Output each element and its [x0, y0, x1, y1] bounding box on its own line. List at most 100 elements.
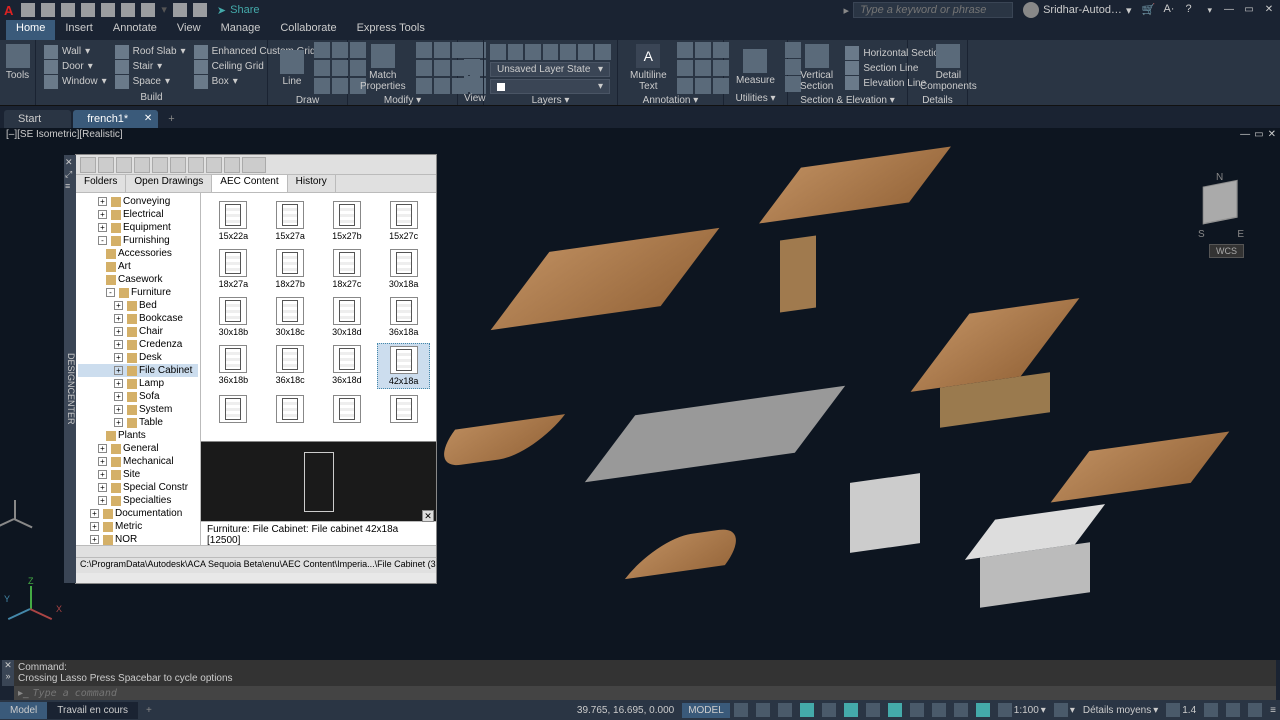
tree-expand-icon[interactable]: + [90, 522, 99, 531]
layer-icon2[interactable] [508, 44, 524, 60]
iso-toggle-icon[interactable] [822, 703, 836, 717]
layers-panel-label[interactable]: Layers ▾ [490, 94, 611, 106]
qat-saveas-icon[interactable] [81, 3, 95, 17]
pal-up-icon[interactable] [116, 157, 132, 173]
rotate-icon[interactable] [434, 42, 450, 58]
stretch-icon[interactable] [416, 78, 432, 94]
dim-icon8[interactable] [695, 78, 711, 94]
vsection-button[interactable]: Vertical Section [794, 42, 839, 94]
tree-expand-icon[interactable]: + [114, 392, 123, 401]
qs-toggle-icon[interactable] [954, 703, 968, 717]
autodesk-app-icon[interactable]: A· [1163, 3, 1177, 17]
ribbon-tab-insert[interactable]: Insert [55, 20, 103, 40]
tools-button[interactable]: Tools [6, 42, 29, 83]
content-item-15x27b[interactable]: 15x27b [321, 199, 374, 243]
ribbon-tab-annotate[interactable]: Annotate [103, 20, 167, 40]
palette-tab-aec-content[interactable]: AEC Content [212, 175, 287, 192]
tree-item-site[interactable]: +Site [78, 468, 198, 481]
layer-icon6[interactable] [578, 44, 594, 60]
tree-item-system[interactable]: +System [78, 403, 198, 416]
tree-item-mechanical[interactable]: +Mechanical [78, 455, 198, 468]
content-item-18x27a[interactable]: 18x27a [207, 247, 260, 291]
dyn-toggle-icon[interactable] [976, 703, 990, 717]
roofslab-button[interactable]: Roof Slab▾ [113, 45, 188, 59]
tree-item-sofa[interactable]: +Sofa [78, 390, 198, 403]
pal-tree-icon[interactable] [188, 157, 204, 173]
qat-extra2-icon[interactable] [193, 3, 207, 17]
content-item-42x18a[interactable]: 42x18a [377, 343, 430, 389]
tree-item-casework[interactable]: Casework [78, 273, 198, 286]
dim-icon1[interactable] [677, 42, 693, 58]
content-item-36x18a[interactable]: 36x18a [377, 295, 430, 339]
sc-toggle-icon[interactable] [932, 703, 946, 717]
tree-item-general[interactable]: +General [78, 442, 198, 455]
tree-expand-icon[interactable]: + [114, 366, 123, 375]
iso-icon[interactable] [1204, 703, 1218, 717]
palette-hscroll[interactable] [76, 545, 436, 557]
dim-icon7[interactable] [677, 78, 693, 94]
qat-new-icon[interactable] [21, 3, 35, 17]
modify-panel-label[interactable]: Modify ▾ [354, 94, 451, 106]
move-icon[interactable] [416, 42, 432, 58]
tree-item-accessories[interactable]: Accessories [78, 247, 198, 260]
qat-plot-icon[interactable] [101, 3, 115, 17]
qat-redo-icon[interactable] [141, 3, 155, 17]
palette-pin-icon[interactable]: ⤢ [65, 169, 72, 180]
stair-button[interactable]: Stair▾ [113, 60, 188, 74]
qat-undo-icon[interactable] [121, 3, 135, 17]
tree-item-furnishing[interactable]: -Furnishing [78, 234, 198, 247]
layer-state-dropdown[interactable]: Unsaved Layer State▾ [490, 62, 610, 77]
tab-file[interactable]: french1*✕ [73, 110, 158, 128]
tree-item-lamp[interactable]: +Lamp [78, 377, 198, 390]
content-item-15x22a[interactable]: 15x22a [207, 199, 260, 243]
layer-icon4[interactable] [543, 44, 559, 60]
content-item-30x18b[interactable]: 30x18b [207, 295, 260, 339]
detail-level-button[interactable]: Détails moyens▾ [1079, 705, 1162, 716]
tree-item-bed[interactable]: +Bed [78, 299, 198, 312]
content-item-36x18c[interactable]: 36x18c [264, 343, 317, 389]
line-button[interactable]: Line [274, 42, 310, 94]
layer-dropdown[interactable]: ▾ [490, 79, 610, 94]
tab-start[interactable]: Start [4, 110, 71, 128]
content-item[interactable] [321, 393, 374, 425]
qat-save-icon[interactable] [61, 3, 75, 17]
command-input[interactable] [33, 688, 1272, 699]
polyline-icon[interactable] [314, 42, 330, 58]
tree-item-chair[interactable]: +Chair [78, 325, 198, 338]
palette-menu-icon[interactable]: ≡ [65, 181, 70, 191]
tree-expand-icon[interactable]: + [114, 301, 123, 310]
dim-icon4[interactable] [677, 60, 693, 76]
view-icon1[interactable] [464, 42, 480, 58]
point-icon[interactable] [332, 78, 348, 94]
layer-icon5[interactable] [560, 44, 576, 60]
pal-home-icon[interactable] [170, 157, 186, 173]
help-chevron-icon[interactable]: ▾ [1207, 5, 1212, 16]
search-input[interactable] [853, 2, 1013, 18]
maximize-button[interactable]: ▭ [1242, 4, 1256, 16]
content-item-30x18d[interactable]: 30x18d [321, 295, 374, 339]
tree-expand-icon[interactable]: + [98, 197, 107, 206]
transp-toggle-icon[interactable] [910, 703, 924, 717]
tree-expand-icon[interactable]: + [114, 327, 123, 336]
pal-desc-icon[interactable] [224, 157, 240, 173]
palette-tab-open-drawings[interactable]: Open Drawings [126, 175, 212, 192]
palette-tab-history[interactable]: History [288, 175, 336, 192]
gear-icon[interactable] [1054, 703, 1068, 717]
ellipse-icon[interactable] [332, 60, 348, 76]
help-icon[interactable]: ? [1185, 3, 1199, 17]
pal-fwd-icon[interactable] [98, 157, 114, 173]
content-item[interactable] [377, 393, 430, 425]
pal-fav-icon[interactable] [152, 157, 168, 173]
palette-handle[interactable]: ✕ ⤢ ≡ DESIGNCENTER [64, 155, 76, 583]
snap-toggle-icon[interactable] [756, 703, 770, 717]
tree-expand-icon[interactable]: + [98, 483, 107, 492]
content-item-18x27c[interactable]: 18x27c [321, 247, 374, 291]
vp-max-icon[interactable]: ▭ [1254, 129, 1263, 140]
clean-icon[interactable] [1248, 703, 1262, 717]
content-item-15x27a[interactable]: 15x27a [264, 199, 317, 243]
section-panel-label[interactable]: Section & Elevation ▾ [794, 94, 901, 106]
circle-icon[interactable] [332, 42, 348, 58]
wall-button[interactable]: Wall▾ [42, 45, 109, 59]
content-item[interactable] [207, 393, 260, 425]
user-menu[interactable]: Sridhar-Autod… ▾ [1023, 2, 1131, 18]
